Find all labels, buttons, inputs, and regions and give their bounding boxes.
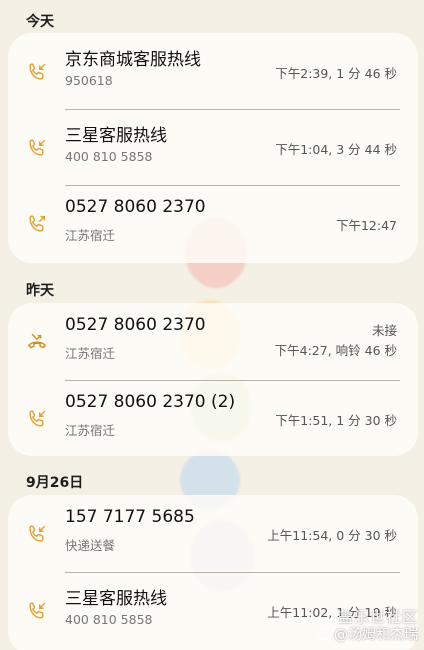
call-log-item[interactable]: 157 7177 5685 快递送餐 上午11:54, 0 分 30 秒 <box>8 495 418 571</box>
call-time-duration: 下午12:47 <box>335 218 397 233</box>
call-time-duration: 下午2:39, 1 分 46 秒 <box>275 66 397 81</box>
section-header-yesterday: 昨天 <box>26 283 54 299</box>
incoming-call-icon <box>26 137 48 159</box>
call-time-duration: 上午11:54, 0 分 30 秒 <box>267 528 397 543</box>
call-group-today: 京东商城客服热线 950618 下午2:39, 1 分 46 秒 三星客服热线 … <box>8 33 418 263</box>
call-time: 下午4:27, 响铃 46 秒 <box>274 343 397 358</box>
caller-location: 江苏宿迁 <box>65 423 116 438</box>
caller-number: 950618 <box>65 73 113 88</box>
caller-name: 京东商城客服热线 <box>65 50 201 70</box>
incoming-call-icon <box>26 61 48 83</box>
caller-number: 400 810 5858 <box>65 149 153 164</box>
missed-status: 未接 <box>371 323 397 338</box>
call-time-duration: 未接 下午4:27, 响铃 46 秒 <box>275 321 397 361</box>
call-group-yesterday: 0527 8060 2370 江苏宿迁 未接 下午4:27, 响铃 46 秒 0… <box>8 303 418 456</box>
caller-name: 157 7177 5685 <box>65 507 195 527</box>
incoming-call-icon <box>26 523 48 545</box>
call-log-item[interactable]: 0527 8060 2370 江苏宿迁 未接 下午4:27, 响铃 46 秒 <box>8 303 418 379</box>
caller-name: 0527 8060 2370 (2) <box>65 392 236 412</box>
call-log-item[interactable]: 三星客服热线 400 810 5858 下午1:04, 3 分 44 秒 <box>8 109 418 185</box>
caller-name: 0527 8060 2370 <box>65 197 206 217</box>
caller-location: 江苏宿迁 <box>65 346 116 361</box>
caller-name: 0527 8060 2370 <box>65 315 206 335</box>
outgoing-call-icon <box>26 213 48 235</box>
incoming-call-icon <box>26 408 48 430</box>
call-log-item[interactable]: 0527 8060 2370 江苏宿迁 下午12:47 <box>8 185 418 261</box>
watermark-community: 盖乐世社区 <box>337 608 418 626</box>
incoming-call-icon <box>26 600 48 622</box>
caller-number: 400 810 5858 <box>65 612 153 627</box>
watermark: 盖乐世社区 @汤姆和杰瑞 <box>317 608 418 644</box>
call-time-duration: 下午1:04, 3 分 44 秒 <box>275 142 397 157</box>
section-header-sep-26: 9月26日 <box>26 475 84 491</box>
caller-name: 三星客服热线 <box>65 589 167 609</box>
watermark-author: @汤姆和杰瑞 <box>334 627 418 643</box>
call-log-item[interactable]: 京东商城客服热线 950618 下午2:39, 1 分 46 秒 <box>8 33 418 109</box>
caller-location: 江苏宿迁 <box>65 228 116 243</box>
weibo-icon <box>317 628 331 640</box>
call-log-item[interactable]: 0527 8060 2370 (2) 江苏宿迁 下午1:51, 1 分 30 秒 <box>8 380 418 456</box>
missed-call-icon <box>26 331 48 353</box>
caller-tag: 快递送餐 <box>65 538 116 553</box>
caller-name: 三星客服热线 <box>65 126 167 146</box>
section-header-today: 今天 <box>26 14 54 30</box>
call-time-duration: 下午1:51, 1 分 30 秒 <box>275 413 397 428</box>
watermark-author-line: @汤姆和杰瑞 <box>317 626 418 644</box>
